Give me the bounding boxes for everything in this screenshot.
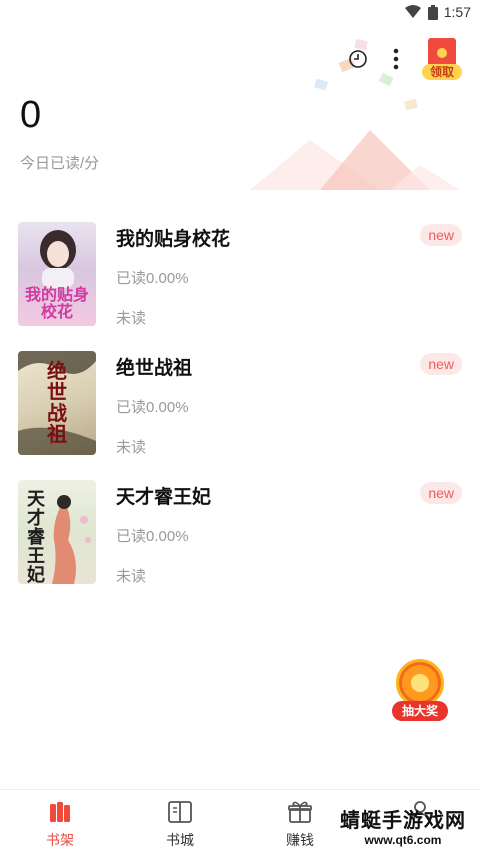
wifi-icon bbox=[404, 5, 421, 18]
bookshelf-icon bbox=[50, 802, 70, 822]
battery-icon bbox=[427, 4, 438, 20]
book-progress: 已读0.00% bbox=[116, 270, 189, 287]
book-info: 天才睿王妃 已读0.00% 未读 new bbox=[116, 480, 462, 609]
more-vertical-icon bbox=[393, 48, 399, 70]
book-cover[interactable]: 绝世战祖 bbox=[18, 351, 96, 455]
book-status: 未读 bbox=[116, 568, 147, 585]
new-badge: new bbox=[420, 353, 462, 375]
book-info: 绝世战祖 已读0.00% 未读 new bbox=[116, 351, 462, 480]
book-title: 我的贴身校花 bbox=[116, 229, 231, 250]
tab-bookstore[interactable]: 书城 bbox=[120, 790, 240, 853]
status-icons: 1:57 bbox=[404, 4, 471, 20]
redpack-button[interactable]: 领取 bbox=[422, 38, 462, 80]
gift-icon bbox=[288, 801, 312, 823]
book-title: 绝世战祖 bbox=[116, 358, 193, 379]
user-icon bbox=[409, 801, 431, 824]
tab-earn[interactable]: 赚钱 bbox=[240, 790, 360, 853]
bottom-tab-bar: 书架 书城 赚钱 我的 bbox=[0, 789, 480, 853]
new-badge: new bbox=[420, 224, 462, 246]
book-cover[interactable]: 我的贴身校花 bbox=[18, 222, 96, 326]
lottery-button[interactable]: 抽大奖 bbox=[390, 657, 450, 721]
book-progress: 已读0.00% bbox=[116, 399, 189, 416]
book-item[interactable]: 绝世战祖 绝世战祖 已读0.00% 未读 new bbox=[18, 351, 462, 480]
tab-label: 书架 bbox=[46, 832, 74, 848]
reading-count: 0 bbox=[20, 94, 42, 136]
book-info: 我的贴身校花 已读0.00% 未读 new bbox=[116, 222, 462, 351]
redpack-label: 领取 bbox=[422, 64, 462, 80]
status-time: 1:57 bbox=[443, 4, 471, 20]
book-status: 未读 bbox=[116, 439, 147, 456]
clock-icon bbox=[349, 50, 367, 68]
book-list: 我的贴身校花 我的贴身校花 已读0.00% 未读 new 绝世战祖 绝世战祖 已… bbox=[18, 222, 462, 609]
reading-label: 今日已读/分 bbox=[20, 155, 100, 172]
book-icon bbox=[168, 801, 192, 823]
lottery-label: 抽大奖 bbox=[392, 701, 448, 721]
book-cover[interactable]: 天才睿王妃 bbox=[18, 480, 96, 584]
cover-title: 我的贴身校花 bbox=[24, 285, 89, 321]
tab-label: 赚钱 bbox=[286, 832, 314, 848]
tab-profile[interactable]: 我的 bbox=[360, 790, 480, 853]
top-actions: 领取 bbox=[346, 38, 462, 80]
new-badge: new bbox=[420, 482, 462, 504]
book-item[interactable]: 我的贴身校花 我的贴身校花 已读0.00% 未读 new bbox=[18, 222, 462, 351]
book-progress: 已读0.00% bbox=[116, 528, 189, 545]
status-bar: 1:57 bbox=[0, 0, 480, 26]
prize-wheel-icon bbox=[396, 659, 444, 707]
tab-label: 书城 bbox=[166, 832, 194, 848]
cover-title: 绝世战祖 bbox=[47, 359, 67, 446]
book-item[interactable]: 天才睿王妃 天才睿王妃 已读0.00% 未读 new bbox=[18, 480, 462, 609]
book-title: 天才睿王妃 bbox=[116, 487, 212, 508]
book-status: 未读 bbox=[116, 310, 147, 327]
history-button[interactable] bbox=[346, 47, 370, 71]
more-button[interactable] bbox=[384, 47, 408, 71]
cover-title: 天才睿王妃 bbox=[27, 489, 45, 584]
tab-bookshelf[interactable]: 书架 bbox=[0, 790, 120, 853]
red-envelope-icon bbox=[428, 38, 456, 66]
